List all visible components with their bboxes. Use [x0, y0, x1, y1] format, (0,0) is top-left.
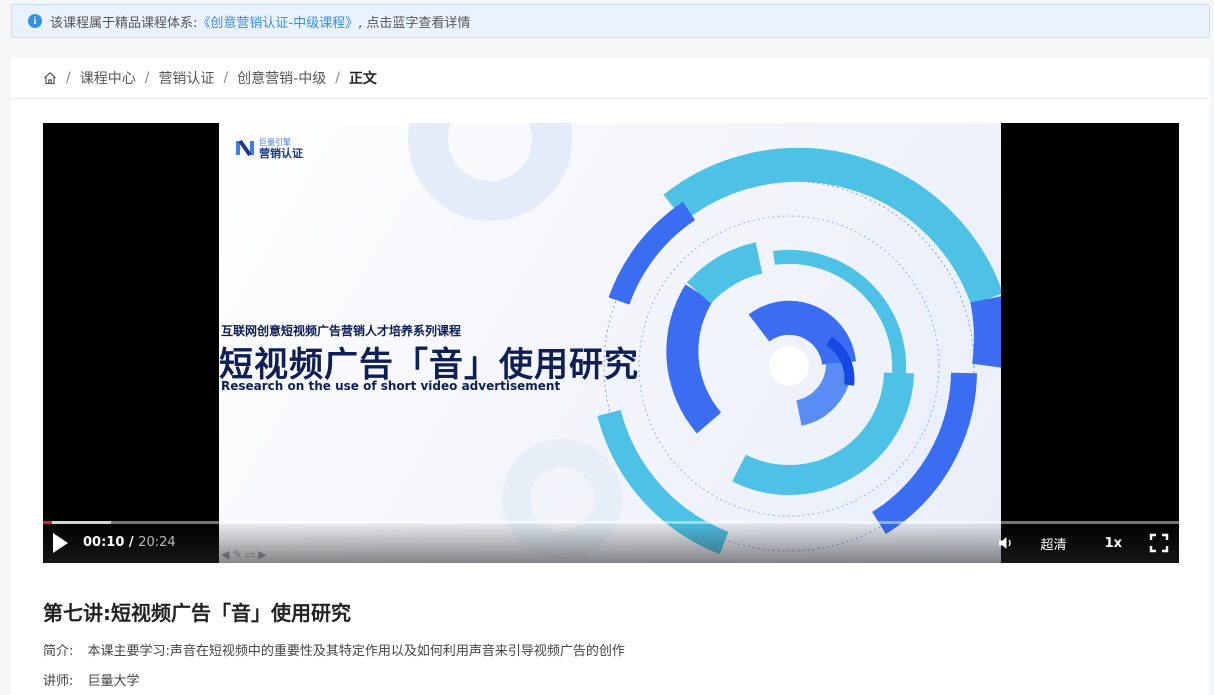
breadcrumb-marketing-cert[interactable]: 营销认证 [158, 68, 214, 88]
breadcrumb-current: 正文 [348, 71, 377, 87]
play-icon[interactable] [53, 533, 68, 553]
info-icon: i [28, 14, 42, 28]
lesson-teacher: 讲师: 巨量大学 [43, 670, 140, 689]
breadcrumb-course-center[interactable]: 课程中心 [80, 68, 136, 88]
breadcrumb: / 课程中心 / 营销认证 / 创意营销-中级 / 正文 [11, 58, 1210, 99]
volume-icon[interactable] [997, 535, 1015, 551]
time-display: 00:10 / 20:24 [83, 535, 176, 550]
speed-button[interactable]: 1x [1105, 536, 1122, 551]
fullscreen-icon[interactable] [1149, 533, 1169, 553]
intro-label: 简介: [43, 644, 74, 659]
progress-buffered [43, 521, 112, 524]
player-controls: 00:10 / 20:24 超清 1x [43, 521, 1179, 563]
breadcrumb-separator: / [223, 70, 229, 86]
player-controls-right: 超清 1x [997, 523, 1179, 563]
time-separator: / [124, 535, 139, 550]
slide-title-en: Research on the use of short video adver… [221, 379, 561, 393]
course-series-link[interactable]: 《创意营销认证-中级课程》 [197, 12, 358, 31]
notice-prefix: 该课程属于精品课程体系: [50, 15, 198, 31]
progress-played [43, 521, 53, 524]
brand-mark-icon [236, 139, 254, 157]
intro-text: 本课主要学习:声音在短视频中的重要性及其特定作用以及如何利用声音来引导视频广告的… [87, 644, 625, 659]
quality-button[interactable]: 超清 [1041, 534, 1067, 553]
total-time: 20:24 [138, 535, 176, 550]
breadcrumb-separator: / [144, 70, 150, 86]
brand-big-text: 营销认证 [259, 147, 303, 160]
current-time: 00:10 [83, 535, 125, 550]
lesson-title: 第七讲:短视频广告「音」使用研究 [43, 601, 351, 625]
home-icon[interactable] [43, 71, 57, 85]
lesson-intro: 简介: 本课主要学习:声音在短视频中的重要性及其特定作用以及如何利用声音来引导视… [43, 640, 625, 659]
teacher-label: 讲师: [43, 674, 74, 689]
notice-suffix: , 点击蓝字查看详情 [358, 15, 471, 31]
teacher-name: 巨量大学 [87, 674, 140, 689]
video-frame-slide: 巨量引擎 营销认证 互联网创意短视频广告营销人才培养系列课程 短视频广告「音」使… [219, 123, 1001, 563]
brand-logo: 巨量引擎 营销认证 [235, 137, 303, 159]
course-notice-banner: i 该课程属于精品课程体系: 《创意营销认证-中级课程》 , 点击蓝字查看详情 [11, 4, 1210, 38]
breadcrumb-separator: / [335, 70, 340, 86]
breadcrumb-creative-marketing[interactable]: 创意营销-中级 [237, 68, 326, 88]
video-player[interactable]: 巨量引擎 营销认证 互联网创意短视频广告营销人才培养系列课程 短视频广告「音」使… [43, 123, 1179, 563]
breadcrumb-separator: / [66, 70, 71, 86]
content-card: / 课程中心 / 营销认证 / 创意营销-中级 / 正文 巨量引擎 营销认证 互… [11, 58, 1210, 695]
